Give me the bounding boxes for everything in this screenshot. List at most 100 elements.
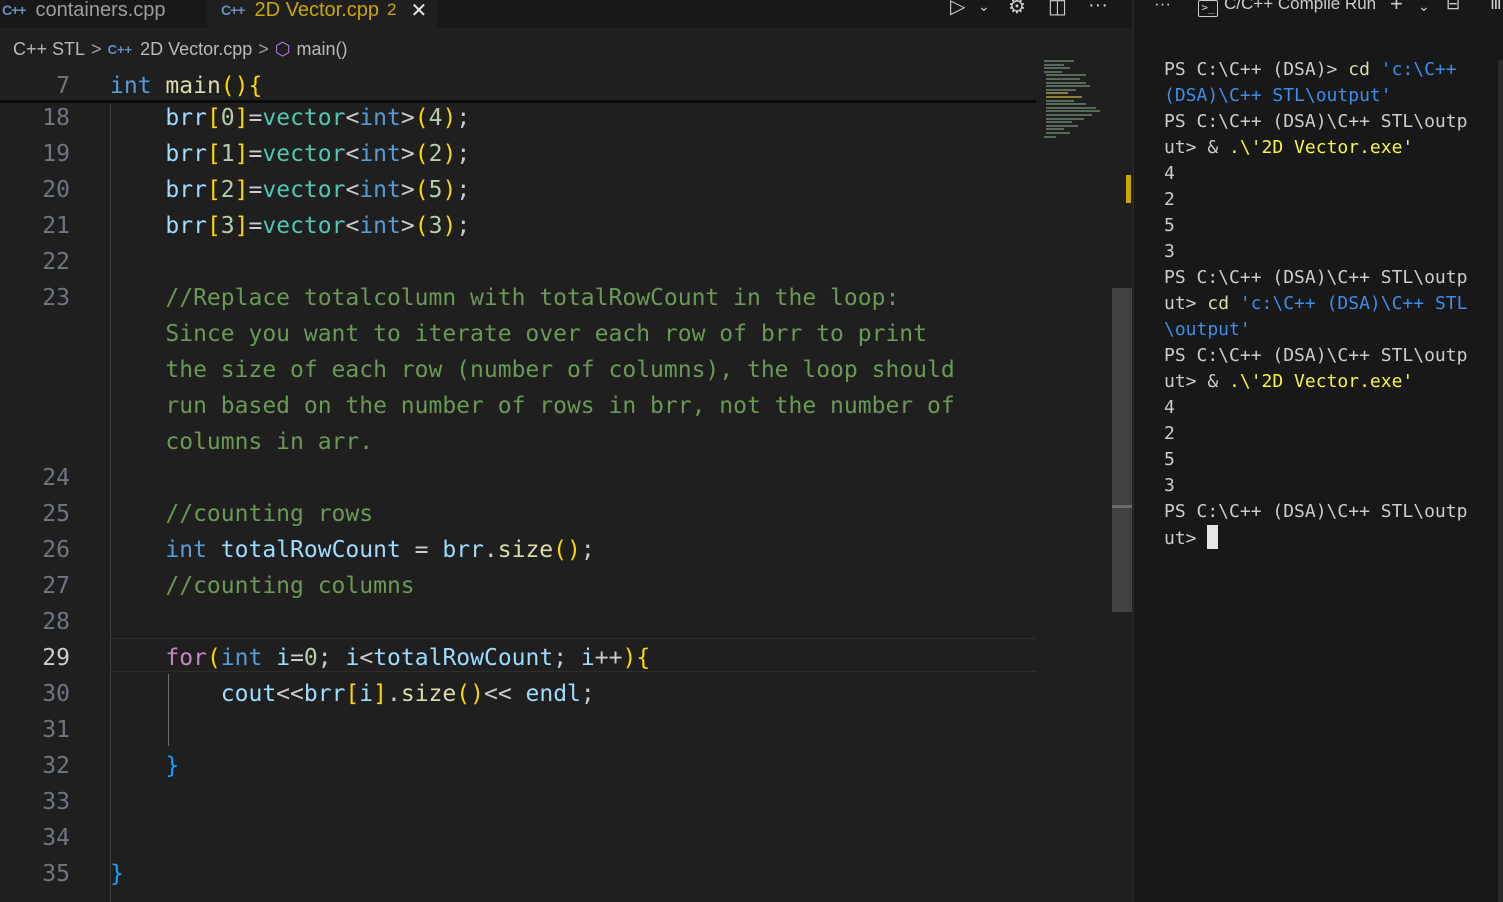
- code-text: //counting rows: [110, 501, 374, 527]
- terminal-line: 5: [1164, 449, 1175, 470]
- breadcrumb-folder[interactable]: C++ STL: [13, 39, 85, 60]
- terminal-cursor: [1207, 525, 1219, 549]
- panel-more-icon[interactable]: ···: [1154, 0, 1171, 14]
- split-editor-icon[interactable]: ◫: [1048, 0, 1067, 19]
- breadcrumb-file[interactable]: 2D Vector.cpp: [140, 39, 252, 60]
- line-number: 26: [42, 537, 70, 563]
- code-text: columns in arr.: [110, 429, 374, 455]
- terminal-output[interactable]: PS C:\C++ (DSA)> cd 'c:\C++ (DSA)\C++ STL…: [1164, 57, 1484, 551]
- code-editor[interactable]: 18 brr[0]=vector<int>(4); 19 brr[1]=vecto…: [0, 68, 1040, 902]
- code-line[interactable]: 31: [0, 712, 1040, 748]
- code-text: cout<<brr[i].size()<< endl;: [220, 681, 595, 707]
- symbol-method-icon: ⬡: [274, 38, 291, 59]
- sticky-scroll-line[interactable]: 7 int main(){: [0, 68, 1040, 104]
- terminal-line: PS C:\C++ (DSA)> cd 'c:\C++: [1164, 59, 1457, 80]
- minimap-line: [1044, 70, 1062, 73]
- line-number: 21: [42, 213, 70, 239]
- add-terminal-icon[interactable]: +: [1390, 0, 1403, 17]
- minimap-line: [1046, 103, 1086, 106]
- code-line[interactable]: 23 //Replace totalcolumn with totalRowCo…: [0, 280, 1040, 316]
- line-number: 34: [42, 825, 70, 851]
- code-line[interactable]: 28: [0, 604, 1040, 640]
- chevron-right-icon: >: [91, 38, 102, 59]
- scrollbar-thumb[interactable]: [1112, 288, 1132, 612]
- code-line[interactable]: 18 brr[0]=vector<int>(4);: [0, 100, 1040, 136]
- cpp-file-icon: C++: [221, 2, 245, 18]
- code-line[interactable]: 26 int totalRowCount = brr.size();: [0, 532, 1040, 568]
- chevron-down-icon[interactable]: ⌄: [978, 0, 990, 15]
- code-line[interactable]: 33: [0, 784, 1040, 820]
- editor-scrollbar[interactable]: [1112, 60, 1132, 902]
- tab-2d-vector-cpp[interactable]: C++ 2D Vector.cpp 2 ✕: [207, 0, 437, 28]
- minimap[interactable]: [1040, 60, 1112, 150]
- line-number: 33: [42, 789, 70, 815]
- code-line[interactable]: the size of each row (number of columns)…: [0, 352, 1040, 388]
- more-actions-icon[interactable]: ···: [1088, 0, 1108, 17]
- line-number: 25: [42, 501, 70, 527]
- run-icon[interactable]: ▷: [950, 0, 965, 19]
- code-line[interactable]: 30 cout<<brr[i].size()<< endl;: [0, 676, 1040, 712]
- minimap-line: [1044, 135, 1056, 138]
- code-line[interactable]: run based on the number of rows in brr, …: [0, 388, 1040, 424]
- cpp-file-icon: C++: [2, 2, 26, 18]
- tab-label: 2D Vector.cpp: [254, 0, 379, 21]
- terminal-tab[interactable]: >_ C/C++ Compile Run: [1198, 0, 1376, 17]
- code-text: for(int i=0; i<totalRowCount; i++){: [165, 645, 651, 671]
- code-text: int totalRowCount = brr.size();: [165, 537, 595, 563]
- terminal-scrollbar[interactable]: [1498, 60, 1503, 902]
- code-line[interactable]: 21 brr[3]=vector<int>(3);: [0, 208, 1040, 244]
- line-number: 22: [42, 249, 70, 275]
- line-number: 32: [42, 753, 70, 779]
- code-text: int main(){: [110, 73, 263, 99]
- cpp-file-icon: C++: [107, 41, 133, 57]
- line-number: 27: [42, 573, 70, 599]
- code-line[interactable]: columns in arr.: [0, 424, 1040, 460]
- code-line[interactable]: 24: [0, 460, 1040, 496]
- terminal-line: (DSA)\C++ STL\output': [1164, 85, 1392, 106]
- code-line[interactable]: 19 brr[1]=vector<int>(2);: [0, 136, 1040, 172]
- close-icon[interactable]: ✕: [410, 0, 427, 23]
- code-line[interactable]: 25 //counting rows: [0, 496, 1040, 532]
- terminal-line: ut>: [1164, 525, 1484, 551]
- terminal-list-icon[interactable]: Ⅲ: [1490, 0, 1502, 14]
- breadcrumb: C++ STL > C++ 2D Vector.cpp > ⬡ main(): [0, 32, 1040, 66]
- code-line[interactable]: 20 brr[2]=vector<int>(5);: [0, 172, 1040, 208]
- tab-containers-cpp[interactable]: C++ containers.cpp: [0, 0, 203, 28]
- sticky-scroll-shadow: [0, 100, 1036, 103]
- terminal-line: ut> cd 'c:\C++ (DSA)\C++ STL: [1164, 293, 1468, 314]
- code-text: Since you want to iterate over each row …: [110, 321, 927, 347]
- code-text: }: [165, 753, 180, 779]
- minimap-line: [1046, 78, 1080, 80]
- minimap-line: [1046, 74, 1086, 77]
- terminal-line: PS C:\C++ (DSA)\C++ STL\outp: [1164, 501, 1468, 522]
- scrollbar-cursor-marker: [1112, 505, 1132, 508]
- maximize-panel-icon[interactable]: ⊟: [1446, 0, 1460, 14]
- code-line[interactable]: 27 //counting columns: [0, 568, 1040, 604]
- line-number: 20: [42, 177, 70, 203]
- code-line[interactable]: 29 for(int i=0; i<totalRowCount; i++){: [0, 640, 1040, 676]
- terminal-icon: >_: [1198, 0, 1218, 17]
- terminal-line: PS C:\C++ (DSA)\C++ STL\outp: [1164, 267, 1468, 288]
- code-line[interactable]: Since you want to iterate over each row …: [0, 316, 1040, 352]
- line-number: 19: [42, 141, 70, 167]
- minimap-line: [1046, 128, 1064, 131]
- line-number: 30: [42, 681, 70, 707]
- settings-gear-icon[interactable]: ⚙: [1008, 0, 1026, 19]
- terminal-line: ut> & .\'2D Vector.exe': [1164, 137, 1414, 158]
- breadcrumb-symbol[interactable]: main(): [296, 39, 347, 60]
- code-text: brr[2]=vector<int>(5);: [165, 177, 471, 203]
- minimap-line: [1046, 114, 1092, 116]
- minimap-line: [1046, 121, 1072, 124]
- terminal-title: C/C++ Compile Run: [1224, 0, 1377, 13]
- line-number: 31: [42, 717, 70, 743]
- tab-bar: C++ containers.cpp C++ 2D Vector.cpp 2 ✕…: [0, 0, 1132, 28]
- code-line[interactable]: 35}: [0, 856, 1040, 892]
- chevron-down-icon[interactable]: ⌄: [1418, 0, 1430, 15]
- code-line[interactable]: 34: [0, 820, 1040, 856]
- code-line[interactable]: 22: [0, 244, 1040, 280]
- code-text: brr[0]=vector<int>(4);: [165, 105, 471, 131]
- code-line[interactable]: 32 }: [0, 748, 1040, 784]
- terminal-line: 2: [1164, 189, 1175, 210]
- code-text: //counting columns: [110, 573, 415, 599]
- minimap-line: [1044, 60, 1074, 62]
